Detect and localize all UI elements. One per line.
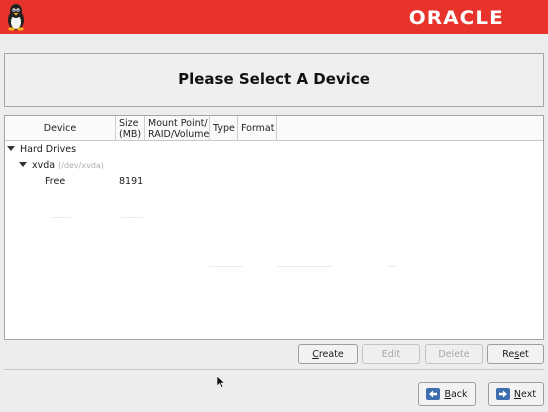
oracle-banner: ORACLE xyxy=(0,0,548,34)
tux-penguin-icon xyxy=(8,4,24,31)
mouse-cursor-icon xyxy=(217,376,225,388)
tree-row-hard-drives[interactable]: Hard Drives xyxy=(7,144,76,158)
reset-button[interactable]: Re s et xyxy=(487,344,544,364)
oracle-logo: ORACLE xyxy=(409,7,505,29)
arrow-left-icon xyxy=(426,388,441,400)
rendering-artifact xyxy=(121,217,143,218)
page-title: Please Select A Device xyxy=(178,70,370,88)
rendering-artifact xyxy=(277,266,333,267)
table-header: Device Size (MB) Mount Point/RAID/Volume … xyxy=(5,116,543,141)
free-size-cell: 8191 xyxy=(119,176,144,187)
expander-icon[interactable] xyxy=(7,146,15,151)
edit-button[interactable]: Edit xyxy=(362,344,420,364)
column-header-type[interactable]: Type xyxy=(210,116,238,141)
page-header: Please Select A Device xyxy=(4,53,544,107)
column-header-device[interactable]: Device xyxy=(5,116,116,141)
rendering-artifact xyxy=(51,217,71,218)
rendering-artifact xyxy=(387,266,397,267)
column-header-mount-point[interactable]: Mount Point/RAID/Volume xyxy=(145,116,210,141)
delete-button[interactable]: Delete xyxy=(425,344,483,364)
device-path: (/dev/xvda) xyxy=(58,161,104,170)
create-button[interactable]: Create xyxy=(298,344,358,364)
tree-row-free[interactable]: Free xyxy=(45,176,65,190)
column-header-size[interactable]: Size (MB) xyxy=(116,116,145,141)
tree-row-xvda[interactable]: xvda (/dev/xvda) xyxy=(19,160,104,174)
separator xyxy=(4,369,544,370)
back-button[interactable]: Back xyxy=(418,382,476,406)
device-tree[interactable]: Device Size (MB) Mount Point/RAID/Volume … xyxy=(4,115,544,340)
expander-icon[interactable] xyxy=(19,162,27,167)
arrow-right-icon xyxy=(495,388,510,400)
next-button[interactable]: Next xyxy=(488,382,544,406)
column-header-format[interactable]: Format xyxy=(238,116,277,141)
rendering-artifact xyxy=(209,266,243,267)
